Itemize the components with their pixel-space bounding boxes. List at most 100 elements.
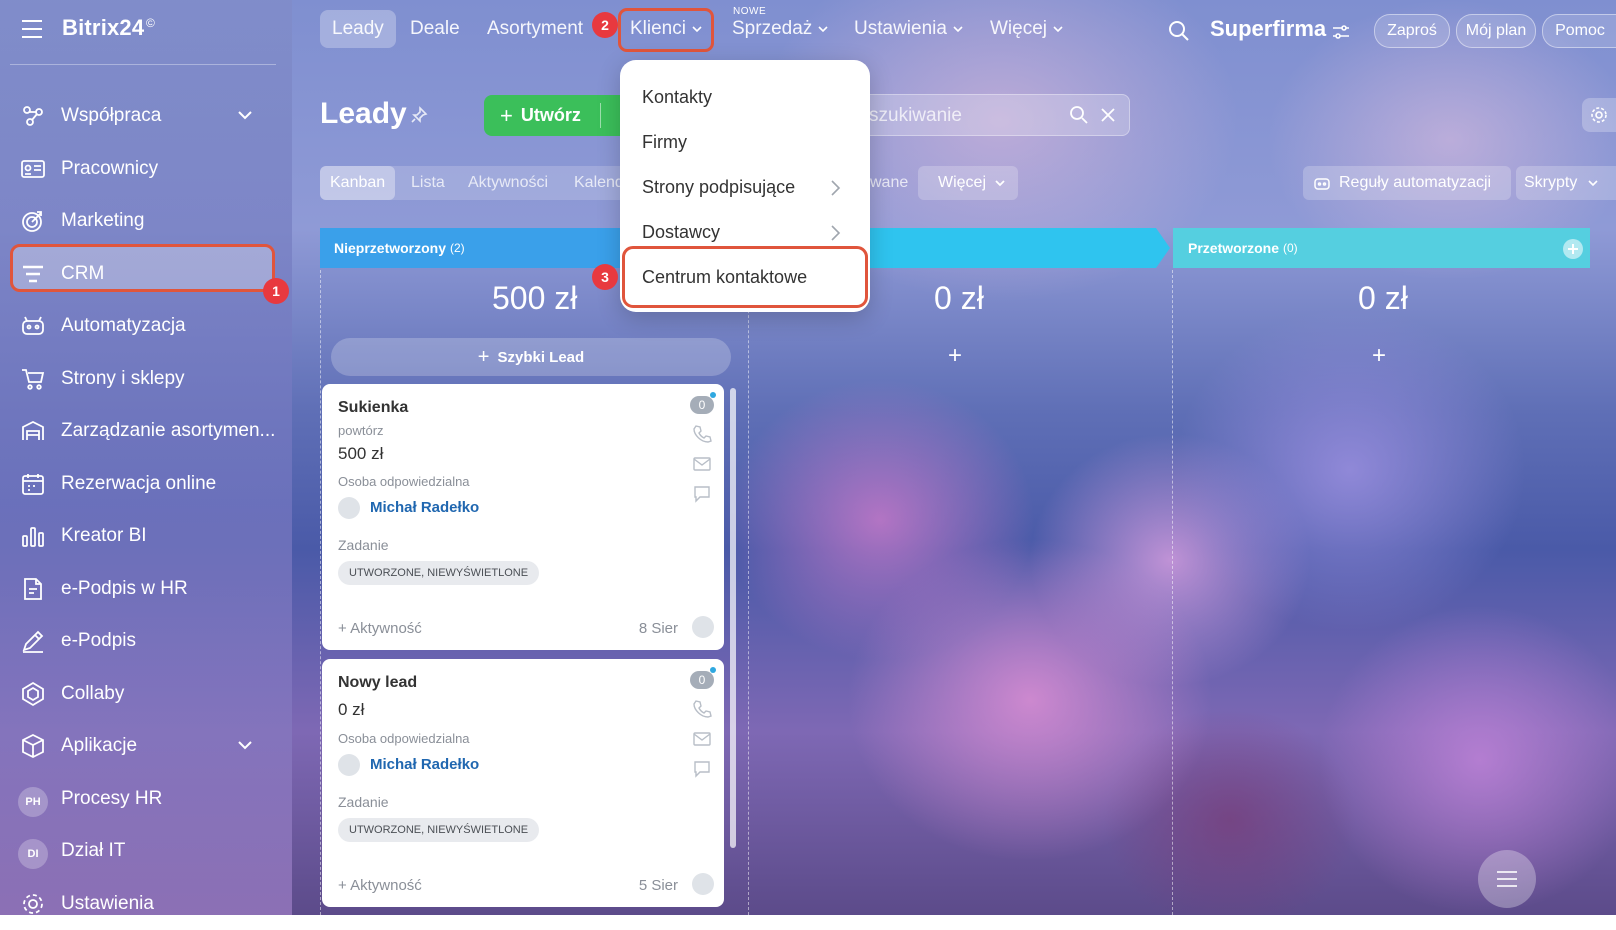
card-title[interactable]: Sukienka <box>338 399 408 417</box>
chevron-down-icon[interactable] <box>234 734 256 756</box>
lead-card[interactable]: Sukienka powtórz 500 zł Osoba odpowiedzi… <box>322 384 724 650</box>
menu-item-strony-podpisujace[interactable]: Strony podpisujące <box>642 177 795 198</box>
id-card-icon <box>20 156 46 182</box>
user-avatar[interactable] <box>338 497 360 519</box>
sidebar-item-procesy-hr[interactable]: PH Procesy HR <box>0 773 292 826</box>
close-icon[interactable] <box>1099 106 1117 124</box>
sidebar-item-epodpis-hr[interactable]: e-Podpis w HR <box>0 563 292 616</box>
quick-lead-button[interactable]: + Szybki Lead <box>331 338 731 376</box>
sidebar-item-strony[interactable]: Strony i sklepy <box>0 353 292 406</box>
lead-card[interactable]: Nowy lead 0 zł Osoba odpowiedzialna Mich… <box>322 659 724 907</box>
mail-icon[interactable] <box>692 454 712 474</box>
search-icon[interactable] <box>1069 105 1089 125</box>
sidebar-item-label: Automatyzacja <box>61 315 186 337</box>
add-activity-link[interactable]: + Aktywność <box>338 620 422 637</box>
add-card-button[interactable]: + <box>1372 342 1386 370</box>
phone-icon[interactable] <box>692 424 712 444</box>
chat-fab-button[interactable] <box>1478 850 1536 908</box>
tab-sprzedaz[interactable]: Sprzedaż <box>732 10 829 48</box>
menu-item-kontakty[interactable]: Kontakty <box>642 87 712 108</box>
sidebar-item-label: Marketing <box>61 210 144 232</box>
column-headers <box>320 228 1596 268</box>
sidebar-item-aplikacje[interactable]: Aplikacje <box>0 720 292 773</box>
my-plan-button[interactable]: Mój plan <box>1456 14 1536 48</box>
view-lista[interactable]: Lista <box>411 166 445 200</box>
chat-icon[interactable] <box>692 759 712 779</box>
hexagon-icon <box>20 681 46 707</box>
brand-logo[interactable]: Bitrix24 <box>62 15 144 41</box>
plus-icon: + <box>478 346 490 369</box>
sliders-icon[interactable] <box>1332 24 1350 40</box>
sidebar-item-label: e-Podpis w HR <box>61 578 188 600</box>
chevron-right-icon <box>828 178 842 198</box>
view-aktywnosci[interactable]: Aktywności <box>468 166 548 200</box>
menu-item-dostawcy[interactable]: Dostawcy <box>642 222 720 243</box>
chat-icon[interactable] <box>692 484 712 504</box>
sidebar-item-collaby[interactable]: Collaby <box>0 668 292 721</box>
user-avatar[interactable] <box>338 754 360 776</box>
view-kanban[interactable]: Kanban <box>320 166 395 200</box>
sidebar-item-ustawienia[interactable]: Ustawienia <box>0 878 292 930</box>
add-activity-link[interactable]: + Aktywność <box>338 877 422 894</box>
responsible-user-link[interactable]: Michał Radełko <box>370 756 479 773</box>
tab-label: Sprzedaż <box>732 18 812 40</box>
column-count: (0) <box>1283 241 1298 255</box>
sidebar-item-label: Strony i sklepy <box>61 368 185 390</box>
add-card-button[interactable]: + <box>948 342 962 370</box>
column-scrollbar[interactable] <box>730 388 736 848</box>
hamburger-menu-icon[interactable] <box>22 20 42 38</box>
tab-label: Deale <box>410 18 460 40</box>
responsible-label: Osoba odpowiedzialna <box>338 731 470 746</box>
sidebar-item-epodpis[interactable]: e-Podpis <box>0 615 292 668</box>
responsible-user-link[interactable]: Michał Radełko <box>370 499 479 516</box>
view-kalendarz[interactable]: Kalend <box>574 166 624 200</box>
add-column-icon[interactable] <box>1562 238 1584 260</box>
logo-row: Bitrix24 © <box>0 0 292 64</box>
phone-icon[interactable] <box>692 699 712 719</box>
sidebar-item-dzial-it[interactable]: DI Dział IT <box>0 825 292 878</box>
status-badge: UTWORZONE, NIEWYŚWIETLONE <box>338 561 539 585</box>
user-avatar[interactable] <box>692 873 714 895</box>
card-title[interactable]: Nowy lead <box>338 674 417 692</box>
column-sum-1: 500 zł <box>492 280 577 317</box>
sidebar-item-label: Rezerwacja online <box>61 473 216 495</box>
chevron-right-icon <box>828 223 842 243</box>
create-button[interactable]: + Utwórz <box>484 95 630 136</box>
step-marker-1: 1 <box>263 278 289 304</box>
sidebar-item-marketing[interactable]: Marketing <box>0 195 292 248</box>
sidebar-item-wspolpraca[interactable]: Współpraca <box>0 90 292 143</box>
tab-ustawienia[interactable]: Ustawienia <box>854 10 964 48</box>
view-hidden-tail[interactable]: wane <box>870 166 908 200</box>
tab-deale[interactable]: Deale <box>410 10 460 48</box>
chevron-down-icon[interactable] <box>234 104 256 126</box>
tab-wiecej[interactable]: Więcej <box>990 10 1064 48</box>
tab-asortyment[interactable]: Asortyment <box>487 10 583 48</box>
sidebar-item-rezerwacja[interactable]: Rezerwacja online <box>0 458 292 511</box>
column-header-nieprzetworzony[interactable]: Nieprzetworzony (2) <box>334 228 465 268</box>
pin-icon[interactable] <box>410 106 428 124</box>
company-name[interactable]: Superfirma <box>1210 16 1326 42</box>
more-views-button[interactable]: Więcej <box>918 166 1018 200</box>
sidebar-item-asortyment[interactable]: Zarządzanie asortymen... <box>0 405 292 458</box>
scripts-label: Skrypty <box>1524 174 1577 192</box>
scripts-button[interactable]: Skrypty <box>1516 166 1616 200</box>
tab-leady[interactable]: Leady <box>320 10 396 48</box>
card-amount: 0 zł <box>338 700 364 720</box>
search-field[interactable]: szukiwanie <box>832 94 1130 136</box>
automation-rules-button[interactable]: Reguły automatyzacji <box>1303 166 1511 200</box>
invite-button[interactable]: Zaproś <box>1374 14 1450 48</box>
column-name: Nieprzetworzony <box>334 240 446 256</box>
column-header-przetworzone[interactable]: Przetworzone (0) <box>1188 228 1298 268</box>
help-button[interactable]: Pomoc <box>1542 14 1616 48</box>
user-avatar[interactable] <box>692 616 714 638</box>
sidebar-item-label: Procesy HR <box>61 788 162 810</box>
search-icon[interactable] <box>1168 20 1190 42</box>
menu-item-firmy[interactable]: Firmy <box>642 132 687 153</box>
mail-icon[interactable] <box>692 729 712 749</box>
sidebar-item-kreator-bi[interactable]: Kreator BI <box>0 510 292 563</box>
settings-gear-button[interactable] <box>1582 98 1616 132</box>
sidebar-item-automatyzacja[interactable]: Automatyzacja <box>0 300 292 353</box>
sidebar-item-pracownicy[interactable]: Pracownicy <box>0 143 292 196</box>
create-label: Utwórz <box>521 105 581 126</box>
card-date: 5 Sier <box>639 877 678 894</box>
